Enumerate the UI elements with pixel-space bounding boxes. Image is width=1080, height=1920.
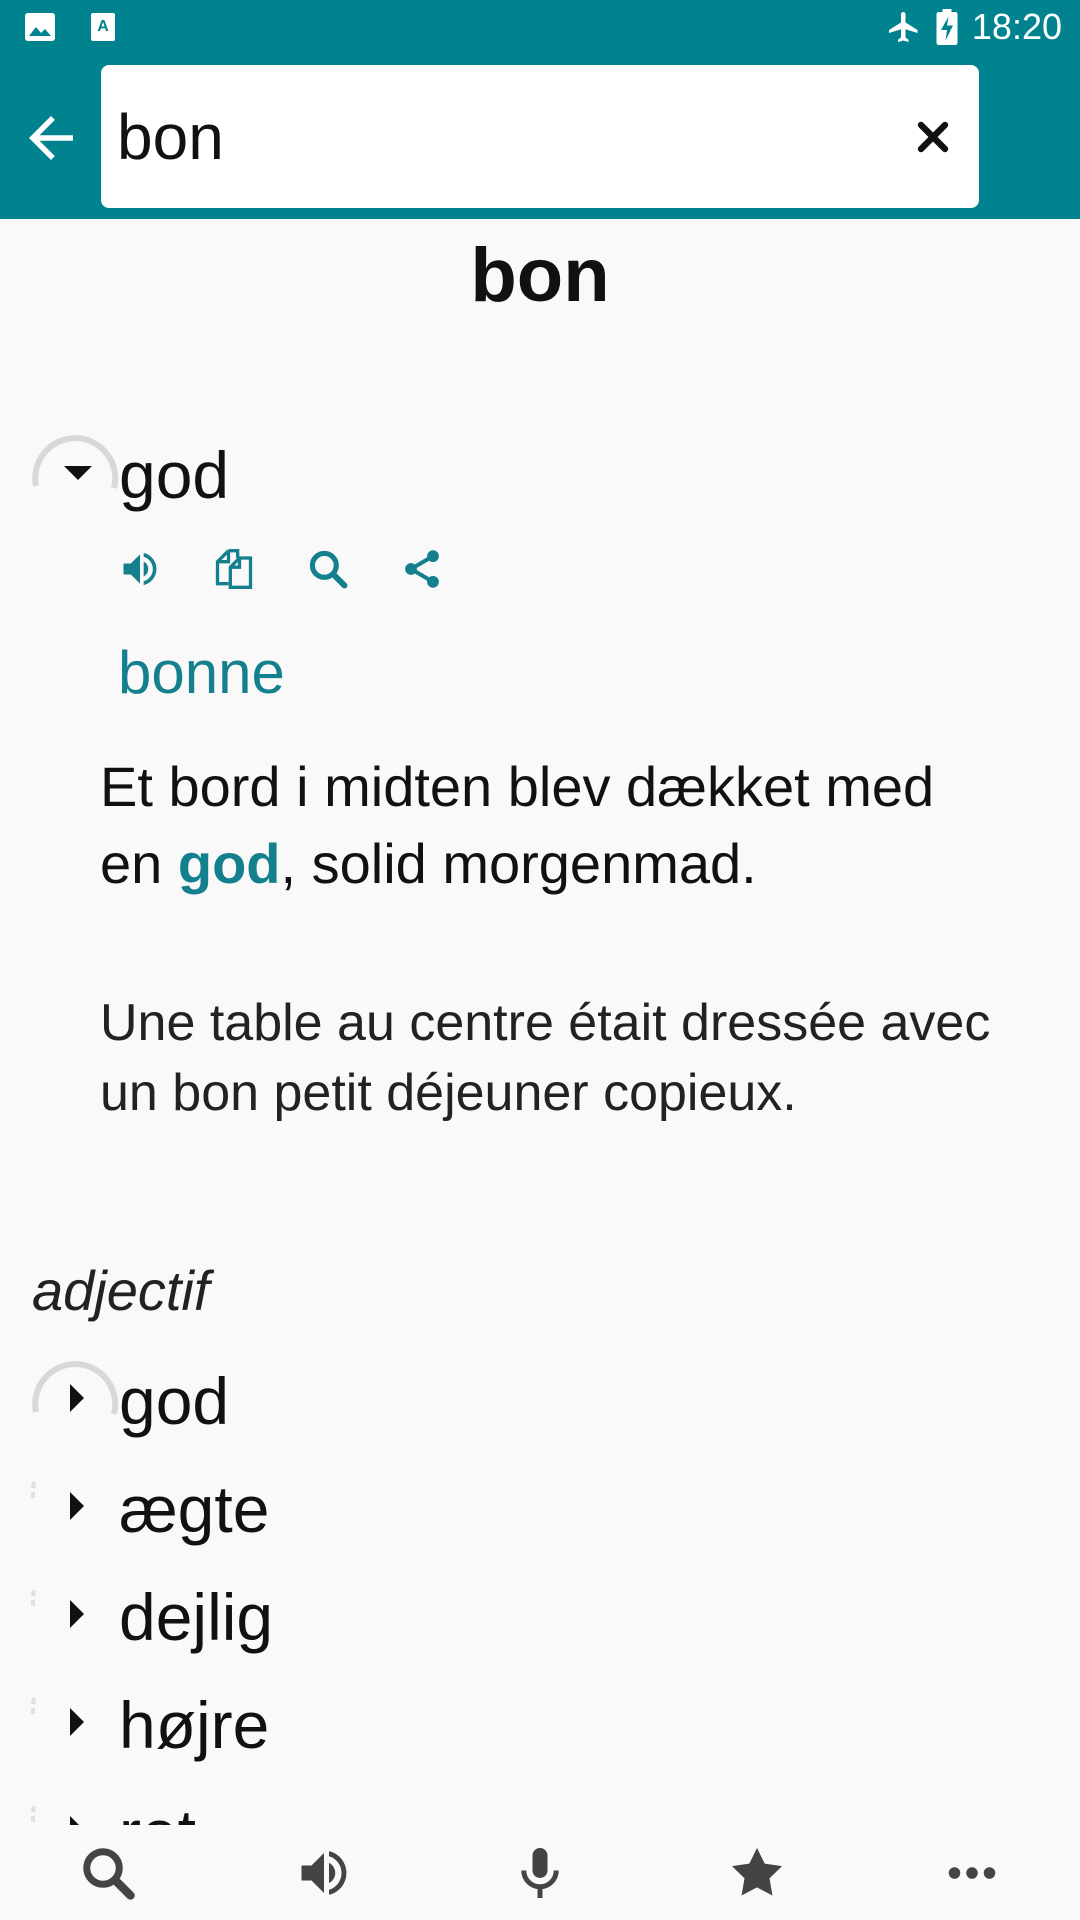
collapse-toggle[interactable] (30, 1460, 122, 1552)
star-icon[interactable] (727, 1843, 787, 1903)
more-icon[interactable] (942, 1843, 1002, 1903)
sense-term: god (119, 438, 230, 512)
status-bar: A 18:20 (0, 0, 1080, 55)
copy-icon[interactable] (212, 547, 256, 591)
close-icon[interactable] (909, 113, 957, 161)
image-icon (25, 13, 55, 41)
bottom-nav (0, 1825, 1080, 1920)
speaker-icon[interactable] (294, 1843, 354, 1903)
microphone-icon[interactable] (510, 1843, 570, 1903)
airplane-icon (888, 12, 918, 42)
search-icon[interactable] (306, 547, 350, 591)
sense-actions (118, 547, 444, 591)
svg-text:A: A (97, 18, 109, 35)
example-highlight[interactable]: god (178, 832, 281, 895)
collapse-toggle[interactable] (30, 1352, 122, 1444)
sense-list: god ægte dejlig højre ret (0, 1240, 1080, 1825)
example-translation: Une table au centre était dressée avec u… (100, 994, 991, 1122)
headword: bon (470, 233, 610, 318)
expand-toggle[interactable] (30, 426, 122, 518)
list-item-label: god (119, 1364, 230, 1438)
feminine-form: bonne (118, 639, 285, 706)
example-sentence: Et bord i midten blev dækket med en god,… (100, 748, 940, 902)
speaker-icon[interactable] (118, 547, 162, 591)
example-text-end: , solid morgenmad. (280, 832, 757, 895)
arrow-left-icon[interactable] (18, 105, 84, 171)
collapse-toggle[interactable] (30, 1784, 122, 1825)
toolbar (0, 55, 1080, 219)
list-item-label: ret (119, 1800, 196, 1825)
list-item-label: dejlig (119, 1580, 274, 1654)
list-item-label: ægte (119, 1472, 270, 1546)
status-time: 18:20 (971, 6, 1062, 47)
search-box (101, 65, 979, 208)
list-item-label: højre (119, 1688, 270, 1762)
text-a-icon: A (91, 13, 115, 41)
share-icon[interactable] (400, 547, 444, 591)
search-input[interactable] (117, 87, 877, 187)
collapse-toggle[interactable] (30, 1568, 122, 1660)
search-icon[interactable] (78, 1843, 138, 1903)
battery-charging-icon (936, 9, 958, 45)
collapse-toggle[interactable] (30, 1676, 122, 1768)
